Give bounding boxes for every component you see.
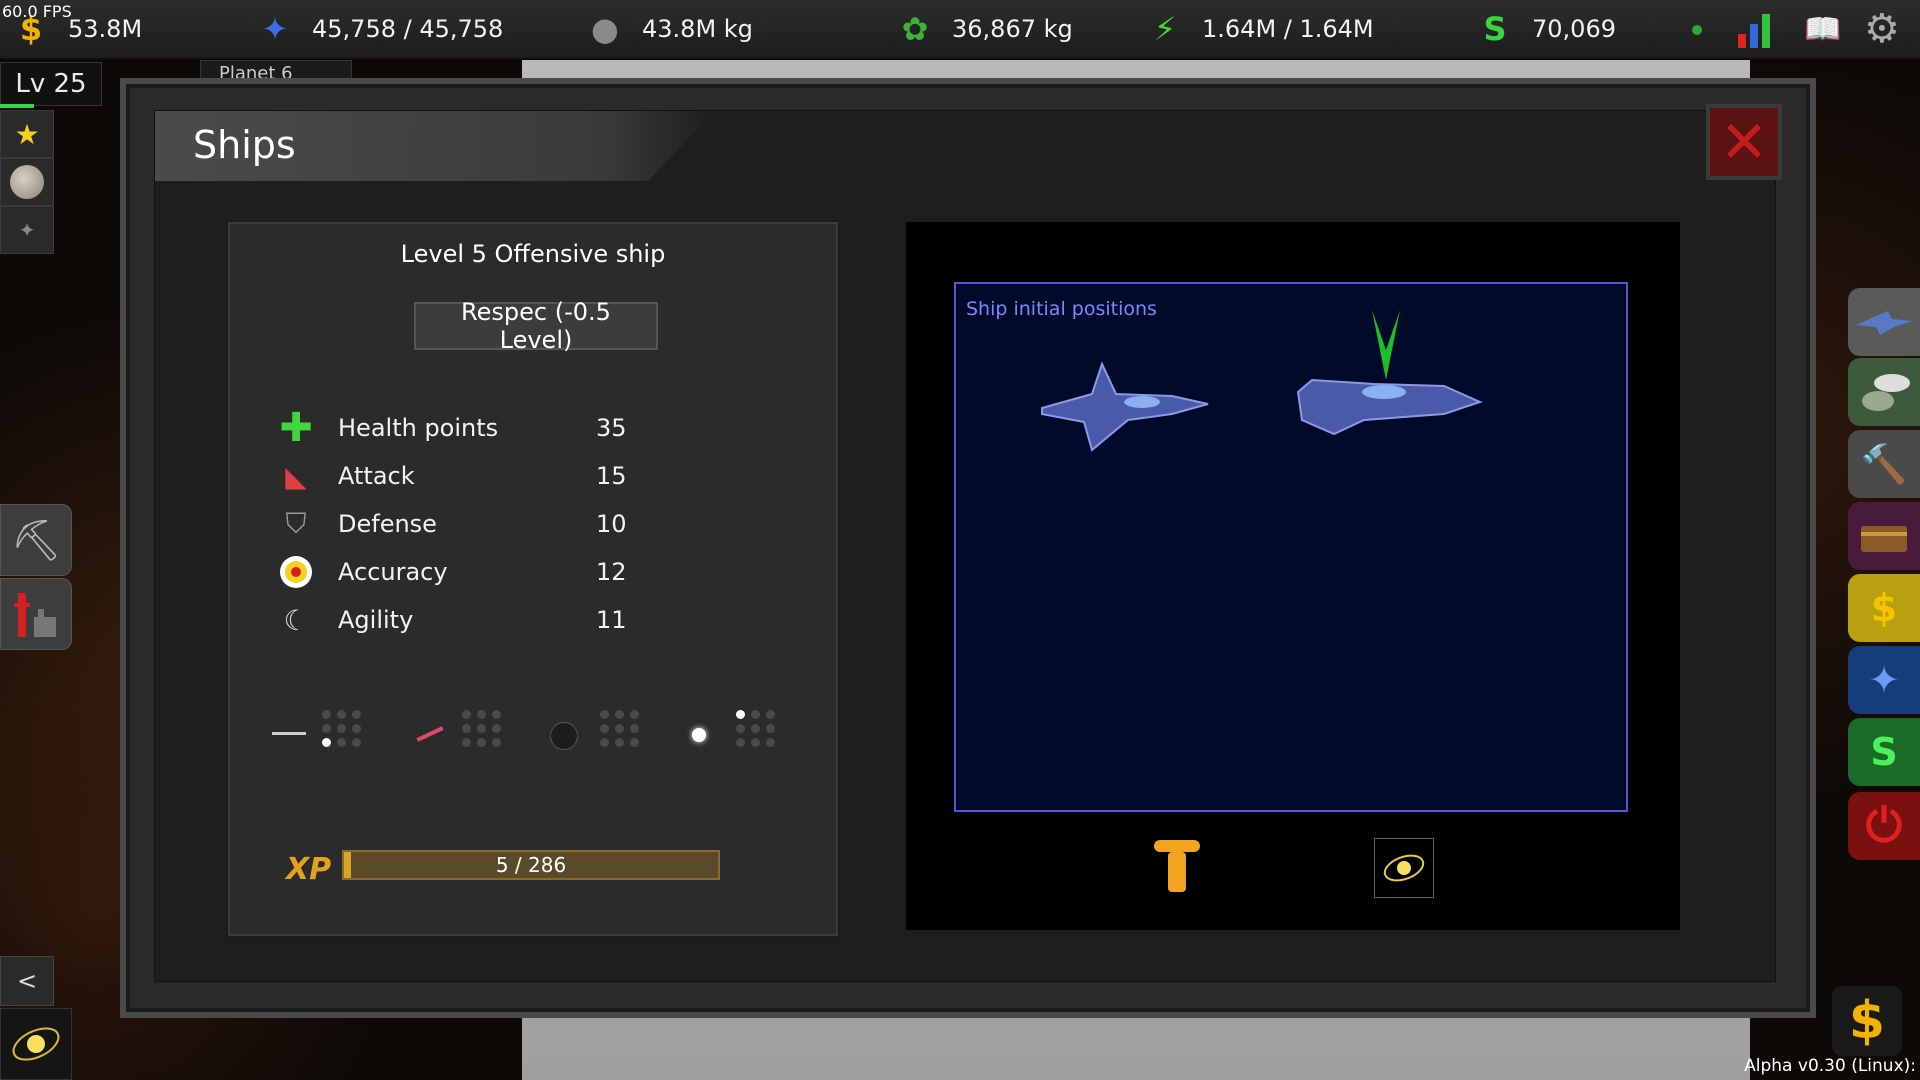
stats-chart-icon[interactable]: [1738, 14, 1778, 48]
close-button[interactable]: ✕: [1706, 104, 1782, 180]
treasure-chest-button[interactable]: [1848, 502, 1920, 570]
stat-value: 35: [596, 414, 627, 442]
energy-resource: ⚡ 1.64M / 1.64M: [1148, 0, 1374, 58]
ship-stats-panel: Level 5 Offensive ship Respec (-0.5 Leve…: [228, 222, 838, 936]
satellite-dish-button[interactable]: [1848, 358, 1920, 426]
power-button[interactable]: ⏻: [1848, 792, 1920, 860]
galaxy-icon[interactable]: [1374, 838, 1434, 898]
crystal-value: 45,758 / 45,758: [312, 15, 504, 43]
positions-label: Ship initial positions: [966, 298, 1157, 320]
laser-icon: [272, 732, 306, 735]
star-icon[interactable]: ★: [0, 110, 54, 158]
stat-accuracy: Accuracy 12: [276, 552, 627, 592]
target-icon: [276, 552, 316, 592]
slot-dots: [736, 710, 776, 747]
stat-value: 11: [596, 606, 627, 634]
ship-positions-panel: Ship initial positions: [906, 222, 1680, 930]
ships-menu-button[interactable]: [1848, 288, 1920, 356]
plants-resource: ✿ 36,867 kg: [898, 0, 1073, 58]
ore-value: 43.8M kg: [642, 15, 753, 43]
shield-icon: ⛉: [285, 507, 307, 540]
rock-icon: ●: [591, 10, 619, 48]
version-label: Alpha v0.30 (Linux):: [1744, 1056, 1916, 1076]
pickaxe-icon[interactable]: ⛏: [0, 504, 72, 576]
weapon-slots: [272, 702, 792, 782]
ship-title: Level 5 Offensive ship: [400, 240, 666, 268]
credits-value: 70,069: [1532, 15, 1616, 43]
crystal-resource: ✦ 45,758 / 45,758: [258, 0, 504, 58]
fps-counter: 60.0 FPS: [2, 2, 72, 21]
moon-icon[interactable]: [0, 158, 54, 206]
stat-value: 12: [596, 558, 627, 586]
shop-button[interactable]: $: [1832, 986, 1902, 1056]
stat-health: ✚ Health points 35: [276, 405, 626, 451]
sparkle-icon[interactable]: ✦: [0, 206, 54, 254]
stat-label: Attack: [338, 462, 415, 490]
anvil-icon[interactable]: [1148, 838, 1206, 896]
stat-label: Defense: [338, 510, 437, 538]
close-icon: ✕: [1719, 108, 1769, 176]
health-cross-icon: ✚: [279, 405, 313, 451]
stat-label: Health points: [338, 414, 499, 442]
energy-value: 1.64M / 1.64M: [1202, 15, 1374, 43]
hammer-button[interactable]: 🔨: [1848, 430, 1920, 498]
collapse-button[interactable]: <: [0, 956, 54, 1006]
crescent-icon: ☾: [283, 603, 309, 637]
missile-icon: [416, 726, 444, 742]
plants-value: 36,867 kg: [952, 15, 1073, 43]
level-progress-bar: [0, 104, 34, 108]
status-dot-icon: [1692, 25, 1702, 35]
blue-crystal-button[interactable]: ✦: [1848, 646, 1920, 714]
player-level: Lv 25: [0, 62, 102, 106]
gear-icon[interactable]: ⚙: [1864, 6, 1900, 52]
xp-label: XP: [286, 852, 332, 887]
slot-dots: [322, 710, 362, 747]
selected-ship[interactable]: [1294, 310, 1484, 454]
book-icon[interactable]: 📖: [1804, 12, 1841, 47]
crystal-icon: ✦: [261, 10, 289, 48]
stat-value: 10: [596, 510, 627, 538]
slot-dots: [462, 710, 502, 747]
xp-text: 5 / 286: [495, 853, 567, 877]
empty-orb-icon: [550, 722, 578, 750]
weapon-slot[interactable]: [686, 702, 806, 782]
leaf-icon: ✿: [901, 10, 929, 48]
credits-resource: S 70,069: [1478, 0, 1616, 58]
attack-claw-icon: ◣: [285, 459, 307, 493]
galaxy-map-button[interactable]: [0, 1008, 72, 1080]
xp-bar: 5 / 286: [342, 850, 720, 880]
ore-resource: ● 43.8M kg: [588, 0, 753, 58]
stat-label: Accuracy: [338, 558, 448, 586]
dialog-title: Ships: [193, 123, 296, 167]
white-orb-icon: [692, 728, 706, 742]
factory-icon[interactable]: [0, 578, 72, 650]
money-value: 53.8M: [68, 15, 143, 43]
stat-agility: ☾ Agility 11: [276, 600, 626, 640]
green-credit-icon: S: [1483, 10, 1507, 48]
fighter-ship[interactable]: [1032, 360, 1212, 460]
weapon-slot[interactable]: [412, 702, 532, 782]
stat-defense: ⛉ Defense 10: [276, 504, 626, 544]
top-resource-bar: $ 53.8M ✦ 45,758 / 45,758 ● 43.8M kg ✿ 3…: [0, 0, 1920, 59]
stat-attack: ◣ Attack 15: [276, 456, 626, 496]
stat-value: 15: [596, 462, 627, 490]
respec-button[interactable]: Respec (-0.5 Level): [414, 298, 658, 354]
gold-dollar-button[interactable]: $: [1848, 574, 1920, 642]
weapon-slot[interactable]: [550, 702, 670, 782]
weapon-slot[interactable]: [272, 702, 392, 782]
lightning-icon: ⚡: [1153, 10, 1177, 48]
green-credit-button[interactable]: S: [1848, 718, 1920, 786]
positions-grid[interactable]: Ship initial positions: [954, 282, 1628, 812]
slot-dots: [600, 710, 640, 747]
stat-label: Agility: [338, 606, 414, 634]
